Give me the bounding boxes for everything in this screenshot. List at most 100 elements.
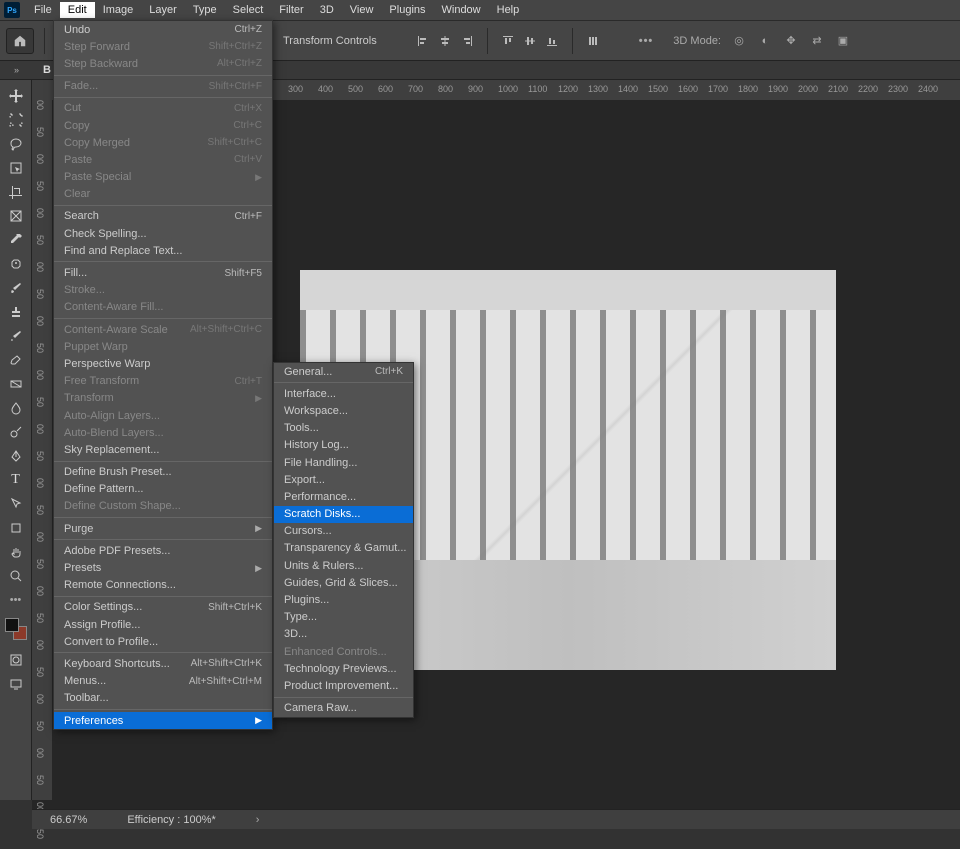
menu-layer[interactable]: Layer — [141, 2, 185, 18]
stamp-tool[interactable] — [2, 300, 30, 324]
align-vcenter-icon[interactable] — [520, 31, 540, 51]
more-options-icon[interactable]: ••• — [639, 35, 654, 47]
dodge-tool[interactable] — [2, 420, 30, 444]
menu-item-label: Scratch Disks... — [284, 508, 403, 520]
more-tools-icon[interactable]: ••• — [2, 588, 30, 612]
menu-view[interactable]: View — [342, 2, 382, 18]
edit-item-sky-replacement[interactable]: Sky Replacement... — [54, 441, 272, 458]
edit-item-remote-connections[interactable]: Remote Connections... — [54, 577, 272, 594]
ruler-vertical[interactable]: 0050005000500050005000500050005000500050… — [32, 100, 52, 800]
prefs-item-general[interactable]: General...Ctrl+K — [274, 363, 413, 380]
menu-3d[interactable]: 3D — [312, 2, 342, 18]
prefs-item-type[interactable]: Type... — [274, 609, 413, 626]
object-select-tool[interactable] — [2, 156, 30, 180]
edit-item-define-pattern[interactable]: Define Pattern... — [54, 481, 272, 498]
orbit-3d-icon[interactable]: ◎ — [731, 33, 747, 49]
slide-3d-icon[interactable]: ⇄ — [809, 33, 825, 49]
edit-item-toolbar[interactable]: Toolbar... — [54, 690, 272, 707]
prefs-item-camera-raw[interactable]: Camera Raw... — [274, 700, 413, 717]
menu-filter[interactable]: Filter — [271, 2, 311, 18]
gradient-tool[interactable] — [2, 372, 30, 396]
menu-type[interactable]: Type — [185, 2, 225, 18]
prefs-item-interface[interactable]: Interface... — [274, 385, 413, 402]
blur-tool[interactable] — [2, 396, 30, 420]
home-button[interactable] — [6, 28, 34, 54]
prefs-item-cursors[interactable]: Cursors... — [274, 523, 413, 540]
edit-item-check-spelling[interactable]: Check Spelling... — [54, 225, 272, 242]
edit-item-undo[interactable]: UndoCtrl+Z — [54, 21, 272, 38]
edit-item-menus[interactable]: Menus...Alt+Shift+Ctrl+M — [54, 673, 272, 690]
eraser-tool[interactable] — [2, 348, 30, 372]
distribute-icon[interactable] — [583, 31, 603, 51]
prefs-item-3d[interactable]: 3D... — [274, 626, 413, 643]
path-select-tool[interactable] — [2, 492, 30, 516]
menu-image[interactable]: Image — [95, 2, 142, 18]
move-tool[interactable] — [2, 84, 30, 108]
history-brush-tool[interactable] — [2, 324, 30, 348]
menu-select[interactable]: Select — [225, 2, 272, 18]
zoom-level[interactable]: 66.67% — [50, 814, 87, 826]
zoom-tool[interactable] — [2, 564, 30, 588]
align-hcenter-icon[interactable] — [435, 31, 455, 51]
color-swatches[interactable] — [5, 618, 27, 640]
edit-item-presets[interactable]: Presets▶ — [54, 559, 272, 576]
shape-tool[interactable] — [2, 516, 30, 540]
edit-item-fill[interactable]: Fill...Shift+F5 — [54, 264, 272, 281]
prefs-item-tools[interactable]: Tools... — [274, 420, 413, 437]
menu-window[interactable]: Window — [434, 2, 489, 18]
heal-tool[interactable] — [2, 252, 30, 276]
menu-help[interactable]: Help — [489, 2, 528, 18]
edit-item-search[interactable]: SearchCtrl+F — [54, 208, 272, 225]
prefs-item-product-improvement[interactable]: Product Improvement... — [274, 677, 413, 694]
prefs-item-history-log[interactable]: History Log... — [274, 437, 413, 454]
eyedropper-tool[interactable] — [2, 228, 30, 252]
edit-item-convert-to-profile[interactable]: Convert to Profile... — [54, 633, 272, 650]
prefs-item-export[interactable]: Export... — [274, 471, 413, 488]
document-tab[interactable]: B — [43, 64, 51, 76]
expand-panels-icon[interactable]: » — [14, 65, 19, 75]
edit-item-preferences[interactable]: Preferences▶ — [54, 712, 272, 729]
prefs-item-plugins[interactable]: Plugins... — [274, 591, 413, 608]
zoom-3d-icon[interactable]: ▣ — [835, 33, 851, 49]
edit-item-purge[interactable]: Purge▶ — [54, 520, 272, 537]
ruler-tick: 1700 — [708, 84, 728, 94]
edit-item-define-brush-preset[interactable]: Define Brush Preset... — [54, 464, 272, 481]
prefs-item-units-rulers[interactable]: Units & Rulers... — [274, 557, 413, 574]
prefs-item-guides-grid-slices[interactable]: Guides, Grid & Slices... — [274, 574, 413, 591]
pan-3d-icon[interactable]: ✥ — [783, 33, 799, 49]
pen-tool[interactable] — [2, 444, 30, 468]
brush-tool[interactable] — [2, 276, 30, 300]
submenu-arrow-icon: ▶ — [255, 393, 262, 404]
menu-item-label: Check Spelling... — [64, 228, 262, 240]
lasso-tool[interactable] — [2, 132, 30, 156]
crop-tool[interactable] — [2, 180, 30, 204]
roll-3d-icon[interactable]: ◐ — [757, 33, 773, 49]
edit-item-keyboard-shortcuts[interactable]: Keyboard Shortcuts...Alt+Shift+Ctrl+K — [54, 655, 272, 672]
marquee-tool[interactable] — [2, 108, 30, 132]
edit-item-perspective-warp[interactable]: Perspective Warp — [54, 355, 272, 372]
quick-mask-icon[interactable] — [2, 648, 30, 672]
prefs-item-scratch-disks[interactable]: Scratch Disks... — [274, 506, 413, 523]
screenmode-icon[interactable] — [2, 672, 30, 696]
edit-item-assign-profile[interactable]: Assign Profile... — [54, 616, 272, 633]
menu-edit[interactable]: Edit — [60, 2, 95, 18]
frame-tool[interactable] — [2, 204, 30, 228]
hand-tool[interactable] — [2, 540, 30, 564]
edit-item-color-settings[interactable]: Color Settings...Shift+Ctrl+K — [54, 599, 272, 616]
prefs-item-workspace[interactable]: Workspace... — [274, 402, 413, 419]
align-right-icon[interactable] — [457, 31, 477, 51]
align-left-icon[interactable] — [413, 31, 433, 51]
edit-item-adobe-pdf-presets[interactable]: Adobe PDF Presets... — [54, 542, 272, 559]
foreground-color-swatch[interactable] — [5, 618, 19, 632]
type-tool[interactable]: T — [2, 468, 30, 492]
prefs-item-technology-previews[interactable]: Technology Previews... — [274, 660, 413, 677]
status-more-icon[interactable]: › — [256, 814, 260, 826]
align-bottom-icon[interactable] — [542, 31, 562, 51]
prefs-item-performance[interactable]: Performance... — [274, 488, 413, 505]
align-top-icon[interactable] — [498, 31, 518, 51]
menu-plugins[interactable]: Plugins — [381, 2, 433, 18]
menu-file[interactable]: File — [26, 2, 60, 18]
prefs-item-file-handling[interactable]: File Handling... — [274, 454, 413, 471]
edit-item-find-and-replace-text[interactable]: Find and Replace Text... — [54, 242, 272, 259]
prefs-item-transparency-gamut[interactable]: Transparency & Gamut... — [274, 540, 413, 557]
